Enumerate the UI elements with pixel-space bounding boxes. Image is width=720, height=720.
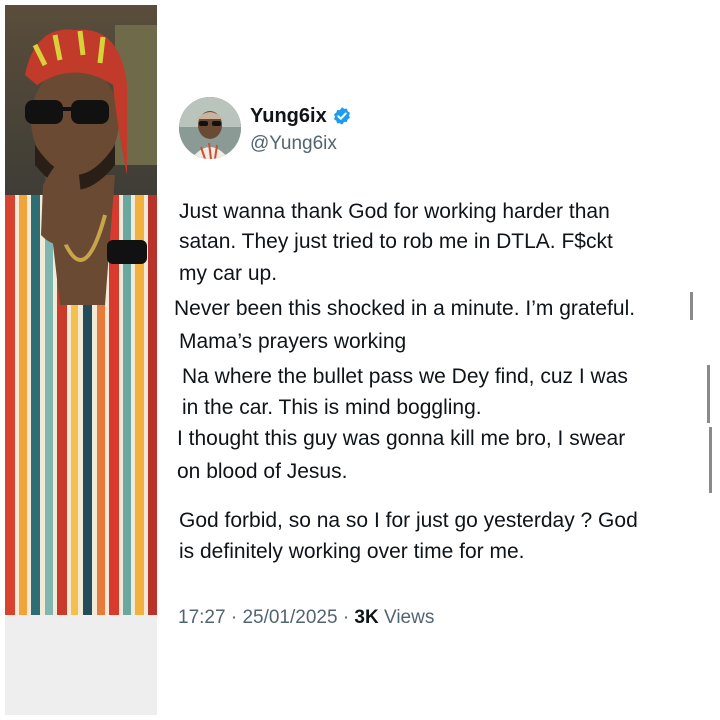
tweet-text-line: Mama’s prayers working (179, 330, 407, 353)
meta-separator: · (342, 607, 350, 628)
tweet-text-line: is definitely working over time for me. (179, 540, 525, 563)
profile-photo (5, 5, 157, 715)
user-handle[interactable]: @Yung6ix (250, 133, 337, 155)
crop-edge-mark (709, 427, 712, 493)
tweet-text-line: Na where the bullet pass we Dey find, cu… (182, 365, 628, 388)
tweet-meta: 17:27 · 25/01/2025 · 3K Views (178, 606, 434, 630)
tweet-text-line: Just wanna thank God for working harder … (179, 200, 610, 223)
display-name[interactable]: Yung6ix (250, 104, 327, 128)
tweet-card: Yung6ix @Yung6ix Just wanna thank God fo… (170, 0, 720, 720)
verified-badge-icon (334, 107, 350, 125)
crop-edge-mark (690, 292, 693, 320)
avatar[interactable] (179, 97, 241, 159)
tweet-text-line: my car up. (179, 262, 278, 285)
tweet-text-line: God forbid, so na so I for just go yeste… (179, 509, 638, 532)
tweet-text-line: in the car. This is mind boggling. (182, 396, 482, 419)
tweet-time[interactable]: 17:27 (178, 607, 226, 628)
tweet-date[interactable]: 25/01/2025 (242, 607, 337, 628)
views-count: 3K (354, 607, 379, 628)
tweet-text-line: Never been this shocked in a minute. I’m… (174, 297, 636, 320)
meta-separator: · (230, 607, 238, 628)
tweet-text-line: on blood of Jesus. (177, 460, 348, 483)
tweet-text-line: satan. They just tried to rob me in DTLA… (179, 230, 613, 253)
tweet-text-line: I thought this guy was gonna kill me bro… (177, 427, 626, 450)
crop-edge-mark (707, 365, 710, 423)
views-label: Views (384, 607, 435, 628)
